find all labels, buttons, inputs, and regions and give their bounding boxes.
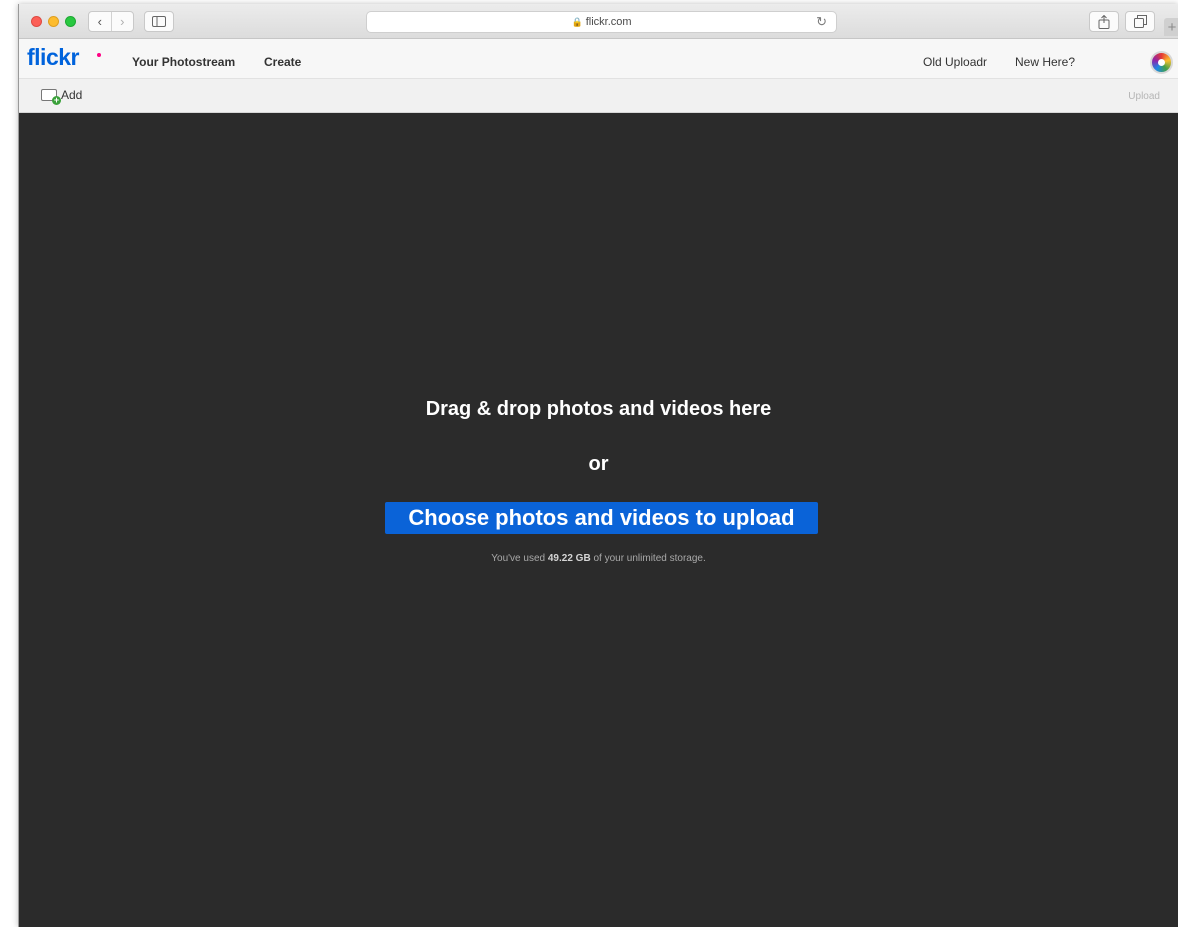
upload-button[interactable]: Upload bbox=[1128, 91, 1160, 102]
nav-old-uploadr[interactable]: Old Uploadr bbox=[923, 55, 987, 69]
minimize-window-button[interactable] bbox=[48, 16, 59, 27]
show-tabs-button[interactable] bbox=[1125, 11, 1155, 32]
browser-window: ‹ › 🔒 flickr.com ↻ + flickr Your Photost… bbox=[18, 4, 1178, 927]
add-label: Add bbox=[61, 88, 83, 102]
avatar-center bbox=[1158, 59, 1165, 66]
storage-prefix: You've used bbox=[491, 553, 548, 564]
lock-icon: 🔒 bbox=[571, 16, 583, 27]
storage-suffix: of your unlimited storage. bbox=[590, 553, 706, 564]
new-tab-button[interactable]: + bbox=[1164, 18, 1178, 36]
sidebar-toggle-button[interactable] bbox=[144, 11, 174, 32]
back-icon[interactable]: ‹ bbox=[89, 12, 111, 31]
site-header: flickr Your Photostream Create Old Uploa… bbox=[19, 39, 1178, 79]
upload-toolbar: Add Upload bbox=[19, 79, 1178, 113]
close-window-button[interactable] bbox=[31, 16, 42, 27]
url-text: flickr.com bbox=[585, 16, 632, 28]
reload-icon[interactable]: ↻ bbox=[816, 14, 827, 30]
tabs-icon bbox=[1133, 15, 1147, 28]
dropzone-or: or bbox=[588, 453, 609, 475]
share-button[interactable] bbox=[1089, 11, 1119, 32]
flickr-logo[interactable]: flickr bbox=[27, 44, 79, 71]
storage-amount: 49.22 GB bbox=[547, 553, 591, 564]
storage-usage-text: You've used 49.22 GB of your unlimited s… bbox=[19, 553, 1178, 564]
address-bar[interactable]: 🔒 flickr.com ↻ bbox=[366, 11, 837, 33]
upload-dropzone[interactable]: Drag & drop photos and videos here or Ch… bbox=[19, 113, 1178, 927]
nav-your-photostream[interactable]: Your Photostream bbox=[132, 55, 235, 69]
zoom-window-button[interactable] bbox=[65, 16, 76, 27]
add-button[interactable]: Add bbox=[41, 88, 83, 105]
share-icon bbox=[1098, 14, 1110, 29]
add-photo-icon bbox=[41, 89, 61, 105]
nav-new-here[interactable]: New Here? bbox=[1015, 55, 1075, 69]
nav-create[interactable]: Create bbox=[264, 55, 301, 69]
sidebar-icon bbox=[152, 16, 166, 27]
logo-dot bbox=[97, 53, 101, 57]
dropzone-title: Drag & drop photos and videos here bbox=[425, 398, 772, 420]
user-avatar[interactable] bbox=[1150, 51, 1173, 74]
choose-files-button[interactable]: Choose photos and videos to upload bbox=[385, 502, 818, 534]
browser-toolbar: ‹ › 🔒 flickr.com ↻ + bbox=[19, 4, 1178, 39]
history-nav: ‹ › bbox=[88, 11, 134, 32]
forward-icon[interactable]: › bbox=[110, 12, 134, 31]
